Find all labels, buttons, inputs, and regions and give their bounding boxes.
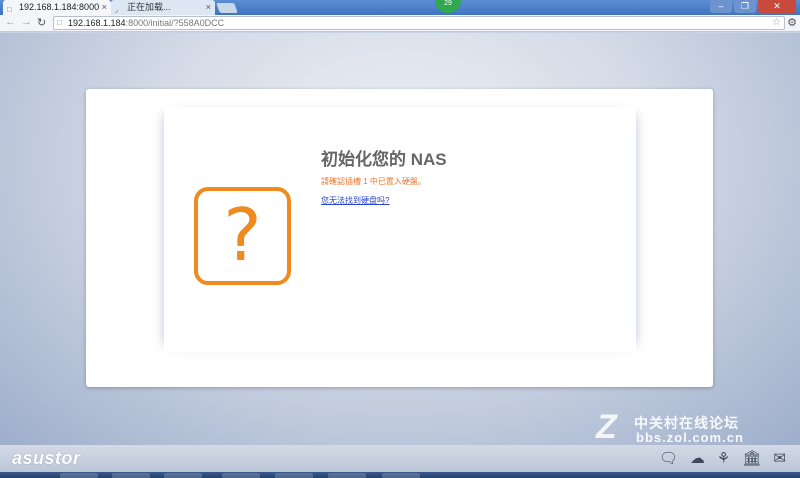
bookmark-star-icon[interactable]: ☆ bbox=[772, 17, 781, 29]
bank-icon[interactable]: 🏛 bbox=[742, 451, 761, 467]
footer-icons: 🗨 ☁ ⚘ 🏛 ✉ bbox=[659, 451, 786, 467]
browser-toolbar: ← → ↻ □ 192.168.1.184:8000/initial/?558A… bbox=[0, 15, 800, 32]
init-dialog: ? 初始化您的 NAS 請確認插槽 1 中已置入硬盤。 您无法找到硬盘吗? bbox=[86, 89, 713, 387]
taskbar-item[interactable] bbox=[328, 473, 366, 478]
forward-button[interactable]: → bbox=[21, 16, 32, 28]
notification-badge: 29 bbox=[435, 0, 461, 13]
dialog-message: 請確認插槽 1 中已置入硬盤。 bbox=[321, 177, 426, 186]
page-background: ? 初始化您的 NAS 請確認插槽 1 中已置入硬盤。 您无法找到硬盘吗? bbox=[0, 33, 800, 445]
question-mark-icon: ? bbox=[194, 187, 291, 285]
browser-tabstrip: □ 192.168.1.184:8000 × ◞ 正在加载... × 29 – … bbox=[0, 0, 800, 15]
taskbar-item[interactable] bbox=[275, 473, 313, 478]
taskbar-item[interactable] bbox=[60, 473, 98, 478]
asustor-logo: asustor bbox=[12, 448, 81, 468]
watermark-logo: Z bbox=[596, 408, 617, 446]
maximize-button[interactable]: ❐ bbox=[734, 0, 756, 13]
url-host: 192.168.1.184 bbox=[68, 18, 126, 28]
taskbar-item[interactable] bbox=[164, 473, 202, 478]
address-bar[interactable]: □ 192.168.1.184:8000/initial/?558A0DCC ☆ bbox=[53, 16, 785, 30]
tab-label: 正在加载... bbox=[127, 2, 171, 12]
back-button[interactable]: ← bbox=[5, 16, 16, 28]
page-icon: □ bbox=[57, 18, 62, 27]
tab-close-icon[interactable]: × bbox=[102, 0, 107, 14]
window-controls: – ❐ ✕ bbox=[710, 0, 796, 13]
taskbar bbox=[0, 472, 800, 478]
tab-nas[interactable]: □ 192.168.1.184:8000 × bbox=[3, 0, 111, 15]
watermark: Z 中关村在线论坛 bbs.zol.com.cn bbox=[596, 408, 800, 450]
taskbar-item[interactable] bbox=[382, 473, 420, 478]
minimize-button[interactable]: – bbox=[710, 0, 732, 13]
taskbar-item[interactable] bbox=[222, 473, 260, 478]
help-link[interactable]: 您无法找到硬盘吗? bbox=[321, 195, 389, 206]
loading-spinner-icon: ◞ bbox=[115, 5, 119, 14]
tab-close-icon[interactable]: × bbox=[206, 0, 211, 14]
tab-loading[interactable]: ◞ 正在加载... × bbox=[111, 0, 215, 15]
network-icon[interactable]: ⚘ bbox=[717, 451, 730, 467]
watermark-url: bbs.zol.com.cn bbox=[636, 430, 744, 445]
dialog-title: 初始化您的 NAS bbox=[321, 150, 447, 169]
url-path: :8000/initial/?558A0DCC bbox=[125, 18, 225, 28]
mail-icon[interactable]: ✉ bbox=[773, 451, 786, 467]
tab-label: 192.168.1.184:8000 bbox=[19, 2, 100, 12]
page-icon: □ bbox=[7, 5, 12, 14]
close-window-button[interactable]: ✕ bbox=[758, 0, 796, 13]
chat-icon[interactable]: 🗨 bbox=[659, 451, 678, 467]
new-tab-button[interactable] bbox=[216, 3, 238, 13]
cloud-upload-icon[interactable]: ☁ bbox=[690, 451, 705, 467]
taskbar-item[interactable] bbox=[112, 473, 150, 478]
wrench-menu-icon[interactable]: ⚙ bbox=[787, 16, 797, 29]
reload-button[interactable]: ↻ bbox=[37, 16, 46, 29]
